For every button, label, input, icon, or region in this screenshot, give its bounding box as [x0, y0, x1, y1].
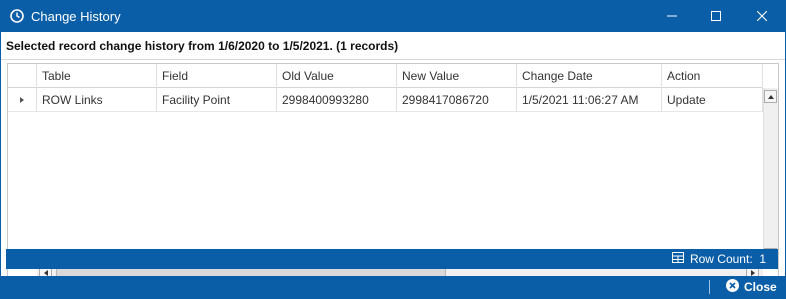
minimize-icon: [667, 11, 677, 21]
cell-new-value[interactable]: 2998417086720: [397, 88, 517, 112]
bottom-bar: Close: [0, 276, 786, 299]
row-selector[interactable]: [8, 88, 37, 112]
column-header-old-value[interactable]: Old Value: [277, 64, 397, 88]
scroll-corner: [763, 64, 778, 88]
row-count: Row Count: 1: [671, 252, 766, 266]
divider: [709, 280, 710, 294]
change-history-window: Change History Selected record change hi…: [0, 0, 786, 299]
arrow-up-icon: [767, 94, 774, 99]
close-button-label: Close: [744, 280, 777, 294]
cell-field[interactable]: Facility Point: [157, 88, 277, 112]
window-title: Change History: [31, 9, 121, 24]
arrow-right-icon: [750, 269, 755, 276]
close-icon: [757, 11, 767, 21]
row-header-corner: [8, 64, 37, 88]
summary-text: Selected record change history from 1/6/…: [6, 39, 399, 53]
grid-header: Table Field Old Value New Value Change D…: [8, 64, 763, 88]
close-circle-icon: [726, 279, 739, 295]
maximize-button[interactable]: [694, 0, 738, 32]
clock-icon: [9, 8, 25, 24]
cell-action[interactable]: Update: [662, 88, 763, 112]
window-close-button[interactable]: [740, 0, 784, 32]
column-header-change-date[interactable]: Change Date: [517, 64, 662, 88]
table-row[interactable]: ROW Links Facility Point 2998400993280 2…: [8, 88, 763, 112]
column-header-new-value[interactable]: New Value: [397, 64, 517, 88]
cell-old-value[interactable]: 2998400993280: [277, 88, 397, 112]
column-header-field[interactable]: Field: [157, 64, 277, 88]
current-row-arrow-icon: [20, 97, 24, 103]
maximize-icon: [711, 11, 721, 21]
column-header-action[interactable]: Action: [662, 64, 763, 88]
vertical-scrollbar[interactable]: [763, 88, 778, 263]
grid-icon: [671, 252, 684, 266]
column-header-table[interactable]: Table: [37, 64, 157, 88]
cell-table[interactable]: ROW Links: [37, 88, 157, 112]
close-button[interactable]: Close: [726, 279, 777, 295]
cell-change-date[interactable]: 1/5/2021 11:06:27 AM: [517, 88, 662, 112]
arrow-left-icon: [43, 269, 48, 276]
divider: [1, 59, 785, 60]
minimize-button[interactable]: [650, 0, 694, 32]
scroll-up-button[interactable]: [764, 90, 777, 103]
title-bar[interactable]: Change History: [0, 0, 786, 32]
status-bar: Row Count: 1: [6, 249, 778, 269]
content-area: Selected record change history from 1/6/…: [1, 32, 785, 281]
row-count-text: Row Count: 1: [689, 252, 766, 266]
